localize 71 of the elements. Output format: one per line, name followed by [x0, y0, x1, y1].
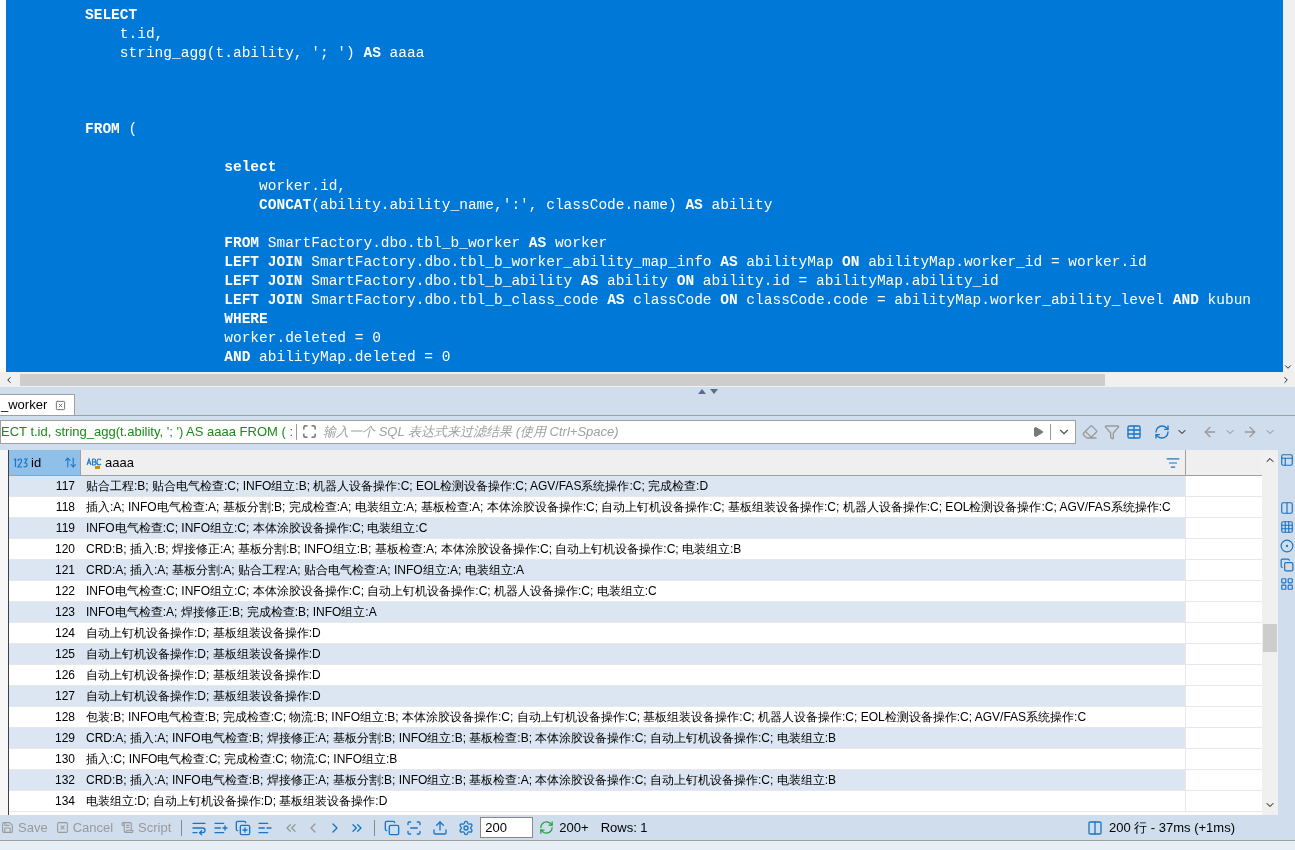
table-cell: 125 [9, 644, 81, 664]
table-cell: 117 [9, 476, 81, 496]
result-tab[interactable]: _worker [0, 394, 76, 415]
code-line: FROM ( [85, 120, 139, 139]
panel-icon[interactable] [1086, 819, 1103, 836]
vertical-scrollbar[interactable] [1262, 450, 1278, 815]
window-icon[interactable] [1279, 558, 1294, 572]
expand-icon[interactable] [302, 424, 318, 439]
circle-icon[interactable] [1279, 539, 1294, 553]
number-type-icon [12, 456, 28, 469]
table-cell: CRD:A; 插入:A; INFO电气检查:B; 焊接修正:A; 基板分割:B; INFO组立:B; 基板检查:B; 本体涂胶设备操作:C; 自动上钉机设备操作:C; 电装组立:B [81, 728, 1186, 748]
code-line: WHERE [223, 310, 269, 329]
filter-icon[interactable] [1104, 423, 1120, 440]
code-line: select [223, 158, 278, 177]
table-cell: 123 [9, 602, 81, 622]
code-line: string_agg(t.ability, '; ') AS aaaa [118, 44, 426, 63]
table-cell: 121 [9, 560, 81, 580]
scroll-left-icon[interactable] [4, 374, 14, 385]
export-icon[interactable] [432, 819, 449, 836]
table-cell: 119 [9, 518, 81, 538]
table-cell: INFO电气检查:A; 焊接修正:B; 完成检查:B; INFO组立:A [81, 602, 1186, 622]
table-cell: 132 [9, 770, 81, 790]
table-cell: 贴合工程:B; 贴合电气检查:C; INFO组立:B; 机器人设备操作:C; EOL检测设备操作:C; AGV/FAS系统操作:C; 完成检查:D [81, 476, 1186, 496]
script-icon [121, 821, 135, 834]
table-cell: 自动上钉机设备操作:D; 基板组装设备操作:D [81, 686, 1186, 706]
table-cell: 127 [9, 686, 81, 706]
horizontal-scrollbar[interactable] [0, 372, 1295, 387]
scrollbar-thumb[interactable] [20, 373, 1105, 386]
fetch-size-input[interactable]: 200 [480, 817, 534, 838]
scroll-down-icon[interactable] [1283, 362, 1293, 372]
code-line: worker.id, [258, 177, 348, 196]
table-cell: 自动上钉机设备操作:D; 基板组装设备操作:D [81, 644, 1186, 664]
column-header[interactable]: id [9, 450, 81, 475]
table-cell: INFO电气检查:C; INFO组立:C; 本体涂胶设备操作:C; 电装组立:C [81, 518, 1186, 538]
eraser-icon[interactable] [1082, 423, 1098, 440]
copy-row-icon[interactable] [235, 819, 252, 836]
scan-icon[interactable] [406, 819, 423, 836]
table-settings-icon[interactable] [1126, 423, 1142, 440]
code-line: worker.deleted = 0 [223, 329, 382, 348]
play-icon[interactable] [1032, 425, 1044, 438]
table-cell: CRD:B; 插入:A; INFO电气检查:B; 焊接修正:A; 基板分割:B; INFO组立:B; 基板检查:A; 本体涂胶设备操作:C; 自动上钉机设备操作:C; 电装组立:B [81, 770, 1186, 790]
rows-count: Rows: 1 [600, 818, 648, 837]
save-icon [1, 821, 14, 834]
column-header[interactable]: aaaa [81, 450, 1186, 475]
apps-icon[interactable] [1279, 577, 1294, 591]
code-line: t.id, [118, 25, 165, 44]
code-line: CONCAT(ability.ability_name,':', classCode.name) AS ability [258, 196, 774, 215]
code-line: LEFT JOIN SmartFactory.dbo.tbl_b_class_code AS classCode ON classCode.code = abilityMap.worker_ability_level AND kubun [223, 291, 1253, 310]
close-icon[interactable] [55, 399, 67, 411]
code-line: LEFT JOIN SmartFactory.dbo.tbl_b_ability AS ability ON ability.id = abilityMap.ability_id [223, 272, 1000, 291]
cancel-icon [55, 821, 69, 834]
status-text: 200 行 - 37ms (+1ms) [1108, 818, 1235, 837]
sql-editor[interactable] [6, 0, 1283, 372]
copy-icon[interactable] [384, 819, 401, 836]
refresh-icon [539, 820, 555, 835]
table-cell: CRD:A; 插入:A; 基板分割:A; 贴合工程:A; 贴合电气检查:A; INFO组立:A; 电装组立:A [81, 560, 1186, 580]
scroll-right-icon[interactable] [1281, 374, 1291, 385]
settings-icon[interactable] [458, 819, 475, 836]
vertical-scrollbar[interactable] [1283, 0, 1295, 372]
text-type-icon [86, 456, 102, 469]
code-line: FROM SmartFactory.dbo.tbl_b_worker AS worker [223, 234, 609, 253]
query-text: ECT t.id, string_agg(t.ability, '; ') AS aaaa FROM ( : [1, 422, 294, 441]
table-cell: 129 [9, 728, 81, 748]
scrollbar-thumb[interactable] [1263, 624, 1277, 652]
grid-icon[interactable] [1279, 520, 1294, 534]
code-line: SELECT [85, 6, 139, 25]
fetch-more-button[interactable]: 200+ [539, 817, 589, 838]
panel-icon[interactable] [1279, 453, 1294, 467]
refresh-icon[interactable] [1154, 423, 1170, 440]
code-line: LEFT JOIN SmartFactory.dbo.tbl_b_worker_ability_map_info AS abilityMap ON abilityMap.worker_id = worker.id [223, 253, 1148, 272]
code-line: AND abilityMap.deleted = 0 [223, 348, 452, 367]
